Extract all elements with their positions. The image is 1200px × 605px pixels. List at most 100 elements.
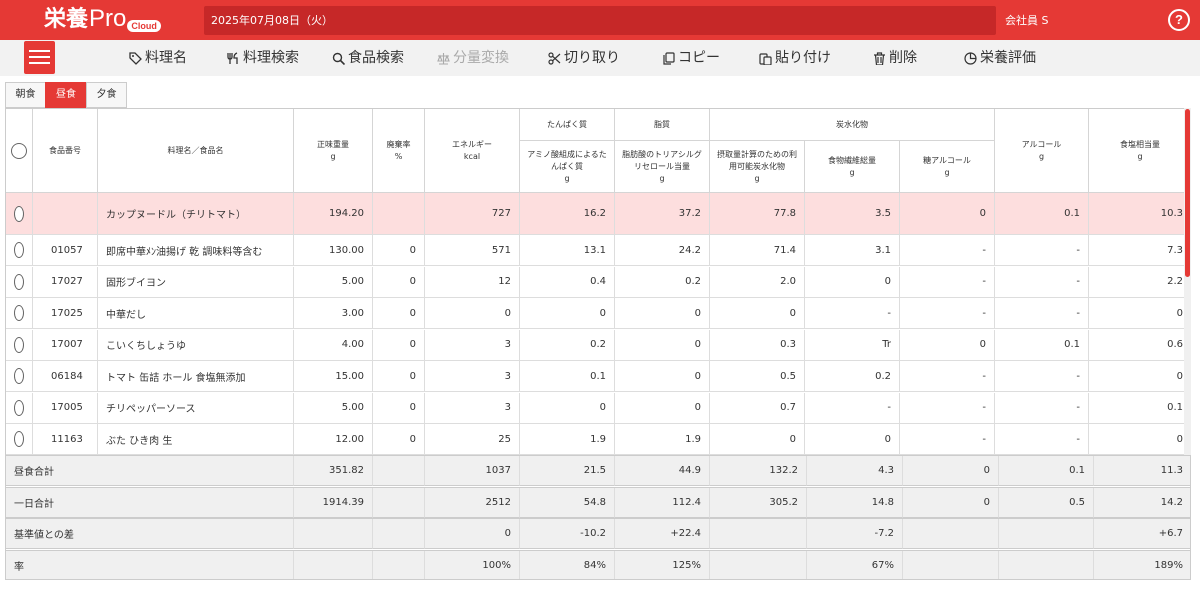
table-row[interactable]: 01057 即席中華ﾒﾝ油揚げ 乾 調味料等含む 130.00 0 571 13.1 24.… bbox=[6, 235, 1190, 266]
table-scrollbar[interactable] bbox=[1184, 108, 1191, 455]
header-weight: 正味重量 g bbox=[294, 109, 373, 193]
summary-weight bbox=[294, 519, 373, 549]
cell-carb: 2.0 bbox=[710, 266, 805, 297]
toolbar-button-label: 食品検索 bbox=[348, 50, 404, 66]
cell-sugaralc: 0 bbox=[900, 329, 995, 360]
user-name[interactable]: 会社員 S bbox=[1005, 12, 1048, 28]
summary-waste bbox=[373, 550, 425, 579]
cell-fat: 37.2 bbox=[615, 193, 710, 234]
summary-sugaralc bbox=[903, 550, 999, 579]
row-select-radio[interactable] bbox=[14, 205, 24, 222]
row-select-radio[interactable] bbox=[14, 368, 24, 384]
cell-fiber: Tr bbox=[805, 329, 900, 360]
header-weight-label: 正味重量 bbox=[317, 139, 349, 149]
summary-row: 昼食合計 351.82 1037 21.5 44.9 132.2 4.3 0 0.1 11.3 bbox=[6, 455, 1190, 486]
app-logo[interactable]: 栄養 Pro Cloud bbox=[44, 4, 161, 36]
cell-energy: 0 bbox=[425, 298, 520, 328]
cell-alcohol: - bbox=[995, 392, 1089, 423]
cell-energy: 3 bbox=[425, 392, 520, 423]
cell-salt: 0.1 bbox=[1089, 393, 1190, 423]
table-row[interactable]: 17005 チリペッパーソース 5.00 0 3 0 0 0.7- - -0.1 bbox=[6, 392, 1190, 424]
toolbar-button-utensils[interactable]: 料理検索 bbox=[227, 48, 299, 68]
cell-protein: 0.1 bbox=[520, 361, 615, 391]
tab-meal-1[interactable]: 昼食 bbox=[45, 82, 87, 108]
cell-sugaralc: - bbox=[900, 298, 995, 328]
summary-energy: 1037 bbox=[425, 456, 520, 486]
cell-fat: 24.2 bbox=[615, 235, 710, 265]
row-select-radio[interactable] bbox=[14, 431, 24, 447]
table-row[interactable]: 17027 固形ブイヨン 5.00 0 12 0.4 0.2 2.0 0- -2.2 bbox=[6, 266, 1190, 298]
row-select-radio[interactable] bbox=[14, 305, 24, 321]
summary-waste bbox=[373, 487, 425, 518]
summary-label: 率 bbox=[6, 550, 294, 579]
row-select-radio[interactable] bbox=[14, 273, 24, 290]
cell-sugaralc: - bbox=[900, 392, 995, 423]
cell-protein: 13.1 bbox=[520, 235, 615, 265]
tab-meal-0[interactable]: 朝食 bbox=[5, 82, 46, 108]
header-protein-group-text: たんぱく質 bbox=[547, 119, 587, 131]
header-alcohol-unit: g bbox=[1038, 151, 1045, 161]
menu-bar-line bbox=[29, 62, 50, 64]
toolbar-button-scale[interactable]: 分量変換 bbox=[437, 48, 509, 68]
header-sugaralc-label: 糖アルコール bbox=[923, 155, 971, 165]
cell-weight: 15.00 bbox=[294, 361, 373, 391]
food-table: 食品番号 料理名／食品名 正味重量 g 廃棄率% エネルギー kcal たんぱく質 アミノ酸組成… bbox=[5, 108, 1191, 580]
toolbar-button-tag[interactable]: 料理名 bbox=[129, 48, 187, 68]
toolbar-button-pie-chart[interactable]: 栄養評価 bbox=[964, 48, 1036, 68]
toolbar-button-paste[interactable]: 貼り付け bbox=[759, 48, 831, 68]
table-row[interactable]: 17007 こいくちしょうゆ 4.00 0 3 0.2 0 0.3 Tr 0 0.1 0.6 bbox=[6, 329, 1190, 361]
header-carb-unit: g bbox=[754, 173, 760, 183]
header-carb-group: 炭水化物 bbox=[710, 109, 995, 141]
cell-salt: 2.2 bbox=[1089, 267, 1190, 297]
scrollbar-thumb[interactable] bbox=[1185, 109, 1190, 277]
summary-alcohol bbox=[999, 550, 1094, 579]
toolbar-button-label: 分量変換 bbox=[453, 50, 509, 66]
summary-carb: 132.2 bbox=[710, 456, 807, 486]
summary-energy: 100% bbox=[425, 550, 520, 579]
header-energy: エネルギー kcal bbox=[425, 109, 520, 193]
header-protein-group-label: たんぱく質 bbox=[547, 119, 587, 129]
summary-waste bbox=[373, 519, 425, 549]
cell-alcohol: - bbox=[995, 266, 1089, 297]
cell-weight: 130.00 bbox=[294, 235, 373, 265]
cell-name: ぶた ひき肉 生 bbox=[98, 424, 294, 454]
summary-fiber: 4.3 bbox=[807, 456, 903, 486]
toolbar-button-label: 貼り付け bbox=[775, 50, 831, 66]
cell-name: カップヌードル（チリトマト） bbox=[98, 193, 294, 234]
summary-weight: 351.82 bbox=[294, 456, 373, 486]
hamburger-menu-button[interactable] bbox=[24, 41, 55, 74]
summary-alcohol bbox=[999, 519, 1094, 549]
row-select-radio[interactable] bbox=[14, 242, 24, 258]
cell-protein: 0 bbox=[520, 392, 615, 423]
help-icon[interactable]: ? bbox=[1168, 9, 1190, 31]
table-row[interactable]: 17025 中華だし 3.00 0 0 0 0 0- - -0 bbox=[6, 298, 1190, 329]
tab-meal-2[interactable]: 夕食 bbox=[86, 82, 127, 108]
row-select-radio[interactable] bbox=[14, 399, 24, 416]
cell-fiber: 0 bbox=[805, 424, 900, 454]
toolbar-button-search[interactable]: 食品検索 bbox=[332, 48, 404, 68]
header-weight-text: 正味重量 g bbox=[317, 139, 349, 163]
table-row[interactable]: 11163 ぶた ひき肉 生 12.00 0 25 1.9 1.9 0 0- -0 bbox=[6, 424, 1190, 455]
cell-no bbox=[33, 193, 98, 234]
header-waste-text: 廃棄率% bbox=[387, 139, 411, 163]
header-alcohol: アルコール g bbox=[995, 109, 1089, 193]
toolbar-button-copy[interactable]: コピー bbox=[662, 48, 720, 68]
toolbar-button-scissors[interactable]: 切り取り bbox=[548, 48, 620, 68]
cell-carb: 0.3 bbox=[710, 329, 805, 360]
cell-sugaralc: 0 bbox=[900, 193, 995, 234]
toolbar-button-trash[interactable]: 削除 bbox=[873, 48, 917, 68]
toolbar-button-label: 削除 bbox=[889, 50, 917, 66]
header-name-text: 料理名／食品名 bbox=[168, 145, 224, 157]
header-fiber-label: 食物繊維総量 bbox=[828, 155, 876, 165]
header-carb-group-label: 炭水化物 bbox=[836, 119, 868, 129]
table-row[interactable]: 06184 トマト 缶詰 ホール 食塩無添加 15.00 0 3 0.1 0 0.5 0.2- -… bbox=[6, 361, 1190, 392]
summary-weight: 1914.39 bbox=[294, 487, 373, 518]
dish-row[interactable]: カップヌードル（チリトマト） 194.20 727 16.2 37.2 77.8 3.5 0 0… bbox=[6, 193, 1190, 235]
date-display[interactable]: 2025年07月08日（火） bbox=[204, 6, 996, 35]
cell-no: 17027 bbox=[33, 266, 98, 297]
cell-sel bbox=[6, 298, 33, 328]
summary-row: 基準値との差 0 -10.2 +22.4 -7.2 +6.7 bbox=[6, 518, 1190, 549]
select-all-radio[interactable] bbox=[11, 142, 27, 159]
cell-protein: 0.4 bbox=[520, 266, 615, 297]
row-select-radio[interactable] bbox=[14, 336, 24, 353]
